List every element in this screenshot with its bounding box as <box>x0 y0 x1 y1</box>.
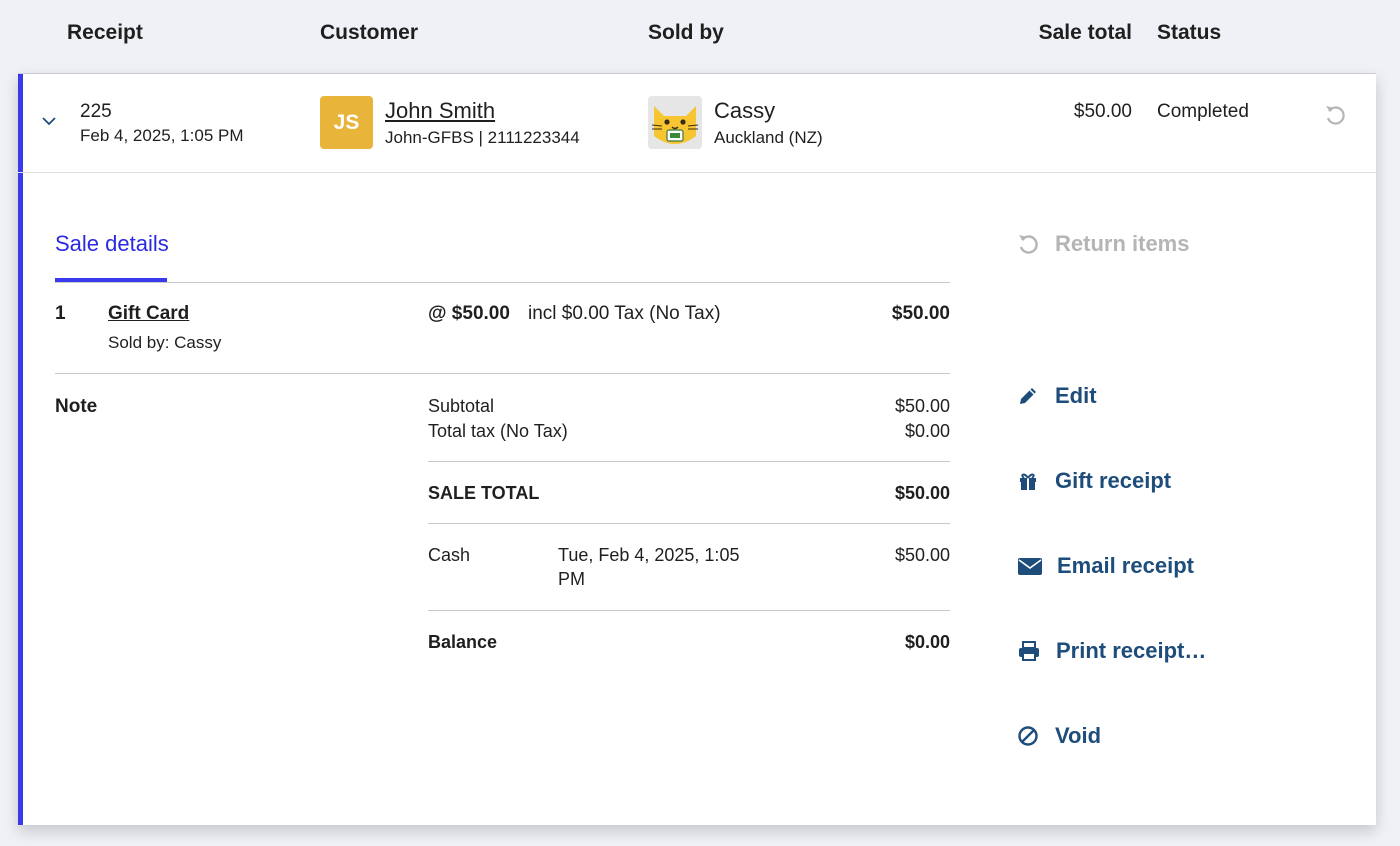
payment-date-cont: PM <box>558 569 585 589</box>
receipt-date: Feb 4, 2025, 1:05 PM <box>80 126 244 145</box>
row-divider <box>18 172 1376 173</box>
chevron-down-icon[interactable] <box>40 112 58 130</box>
total-tax-value: $0.00 <box>904 421 950 441</box>
seller-name: Cassy <box>714 98 776 123</box>
line-item-sold-by: Sold by: Cassy <box>108 333 222 352</box>
totals-divider <box>428 461 950 462</box>
line-item-qty: 1 <box>55 303 66 324</box>
edit-button[interactable]: Edit <box>1015 383 1097 409</box>
envelope-icon <box>1017 553 1043 579</box>
column-header-status[interactable]: Status <box>1157 21 1221 45</box>
payment-amount: $50.00 <box>894 545 950 565</box>
return-items-button[interactable]: Return items <box>1015 231 1189 257</box>
payment-method: Cash <box>428 545 471 565</box>
total-tax-label: Total tax (No Tax) <box>428 421 568 441</box>
ban-icon <box>1015 723 1041 749</box>
customer-avatar: JS <box>320 96 373 149</box>
void-label: Void <box>1055 723 1102 748</box>
email-receipt-button[interactable]: Email receipt <box>1017 553 1194 579</box>
tab-divider <box>55 282 950 283</box>
customer-detail: John-GFBS | 2111223344 <box>385 128 580 147</box>
status-badge: Completed <box>1157 101 1249 122</box>
subtotal-value: $50.00 <box>894 396 950 416</box>
column-header-sale-total[interactable]: Sale total <box>1000 21 1132 45</box>
seller-location: Auckland (NZ) <box>714 128 823 147</box>
printer-icon <box>1016 638 1042 664</box>
column-header-sold-by[interactable]: Sold by <box>648 21 724 45</box>
undo-icon[interactable] <box>1323 103 1347 127</box>
print-receipt-label: Print receipt… <box>1056 638 1207 663</box>
sale-total-divider <box>428 523 950 524</box>
void-button[interactable]: Void <box>1015 723 1101 749</box>
balance-label: Balance <box>428 632 498 652</box>
undo-icon <box>1015 231 1041 257</box>
subtotal-label: Subtotal <box>428 396 495 416</box>
line-item-name-link[interactable]: Gift Card <box>108 303 189 325</box>
sale-total-label: SALE TOTAL <box>428 483 540 503</box>
card-top-border <box>18 73 1376 74</box>
print-receipt-button[interactable]: Print receipt… <box>1016 638 1206 664</box>
gift-receipt-button[interactable]: Gift receipt <box>1015 468 1171 494</box>
seller-avatar <box>648 96 702 149</box>
payment-date: Tue, Feb 4, 2025, 1:05 <box>558 545 740 565</box>
return-items-label: Return items <box>1055 231 1190 256</box>
receipt-number: 225 <box>80 101 112 122</box>
sale-total-value: $50.00 <box>894 483 950 503</box>
customer-name-link[interactable]: John Smith <box>385 98 495 124</box>
line-items-divider <box>55 373 950 374</box>
note-label: Note <box>55 396 98 417</box>
sale-card <box>18 73 1376 825</box>
line-item-tax-note: incl $0.00 Tax (No Tax) <box>528 303 721 324</box>
payment-divider <box>428 610 950 611</box>
balance-value: $0.00 <box>904 632 950 652</box>
email-receipt-label: Email receipt <box>1057 553 1194 578</box>
line-item-unit-price: @ $50.00 <box>428 303 510 324</box>
line-item-total: $50.00 <box>891 303 950 324</box>
pencil-icon <box>1015 383 1041 409</box>
tab-sale-details[interactable]: Sale details <box>55 231 169 257</box>
column-header-receipt[interactable]: Receipt <box>67 21 143 45</box>
gift-icon <box>1015 468 1041 494</box>
gift-receipt-label: Gift receipt <box>1055 468 1172 493</box>
row-sale-total: $50.00 <box>1073 101 1132 122</box>
edit-label: Edit <box>1055 383 1097 408</box>
column-header-customer[interactable]: Customer <box>320 21 418 45</box>
